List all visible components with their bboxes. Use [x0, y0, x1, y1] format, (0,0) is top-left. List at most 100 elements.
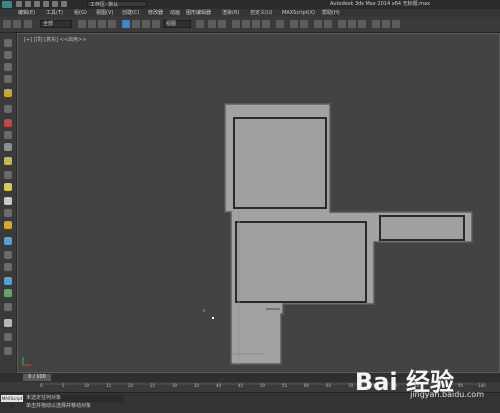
- reference-coordinate-select[interactable]: 视图: [163, 20, 191, 28]
- scale-icon[interactable]: [142, 20, 150, 28]
- layer-manager-icon[interactable]: [314, 20, 322, 28]
- menu-item-animation[interactable]: 动画: [170, 9, 180, 17]
- workspace-select[interactable]: 工作区: 默认: [87, 1, 147, 8]
- top-viewport[interactable]: [+] [顶] [真实] <<启用>>: [17, 33, 500, 373]
- redo-button[interactable]: [13, 20, 21, 28]
- helpers-icon[interactable]: [4, 289, 12, 297]
- sphere-primitive-icon[interactable]: [4, 131, 12, 139]
- cylinder-primitive-icon[interactable]: [4, 143, 12, 151]
- status-prompt-text: 单击并拖动以选择并移动对象: [26, 403, 92, 409]
- rotate-icon[interactable]: [132, 20, 140, 28]
- hierarchy-panel-icon[interactable]: [4, 63, 12, 71]
- ruler-tick: 0: [40, 383, 43, 388]
- utilities-panel-icon[interactable]: [4, 105, 12, 113]
- plane-primitive-icon[interactable]: [4, 221, 12, 229]
- menu-item-tools[interactable]: 工具(T): [46, 9, 63, 17]
- open-file-icon[interactable]: [25, 1, 31, 7]
- create-panel-icon[interactable]: [4, 39, 12, 47]
- menu-item-edit[interactable]: 编辑(E): [18, 9, 35, 17]
- ruler-tick: 40: [216, 383, 222, 388]
- selection-filter-select[interactable]: 全部: [40, 20, 72, 28]
- percent-snap-icon[interactable]: [252, 20, 260, 28]
- menu-item-graph-editors[interactable]: 图形编辑器: [186, 9, 211, 17]
- save-file-icon[interactable]: [34, 1, 40, 7]
- new-file-icon[interactable]: [16, 1, 22, 7]
- ruler-tick: 60: [304, 383, 310, 388]
- ruler-tick: 25: [150, 383, 156, 388]
- menu-item-help[interactable]: 帮助(H): [322, 9, 340, 17]
- undo-icon[interactable]: [43, 1, 49, 7]
- select-by-name-icon[interactable]: [88, 20, 96, 28]
- menu-item-views[interactable]: 视图(V): [96, 9, 113, 17]
- mirror-icon[interactable]: [290, 20, 298, 28]
- named-selection-icon[interactable]: [276, 20, 284, 28]
- watermark-url: jingyan.baidu.com: [410, 390, 484, 399]
- app-logo-icon[interactable]: [2, 1, 12, 8]
- pivot-center-icon[interactable]: [196, 20, 204, 28]
- axis-tripod-icon: [22, 357, 31, 366]
- render-production-icon[interactable]: [392, 20, 400, 28]
- room-top: [233, 117, 327, 209]
- ruler-tick: 35: [194, 383, 200, 388]
- menu-item-maxscript[interactable]: MAXScript(X): [282, 9, 315, 17]
- pyramid-primitive-icon[interactable]: [4, 209, 12, 217]
- teapot-primitive-icon[interactable]: [4, 171, 12, 179]
- space-warps-icon[interactable]: [4, 303, 12, 311]
- ruler-tick: 65: [326, 383, 332, 388]
- material-editor-icon[interactable]: [358, 20, 366, 28]
- graphite-toolbar-icon[interactable]: [324, 20, 332, 28]
- geosphere-primitive-icon[interactable]: [4, 197, 12, 205]
- menu-item-group[interactable]: 组(G): [74, 9, 87, 17]
- menu-item-modifiers[interactable]: 修改器: [148, 9, 163, 17]
- baidu-watermark-logo: Bai 经验 jingyan.baidu.com: [355, 362, 484, 399]
- place-icon[interactable]: [152, 20, 160, 28]
- ruler-tick: 100: [478, 383, 486, 388]
- shapes-icon[interactable]: [4, 251, 12, 259]
- render-setup-icon[interactable]: [372, 20, 380, 28]
- menu-item-customize[interactable]: 自定义(U): [250, 9, 273, 17]
- cameras-icon[interactable]: [4, 277, 12, 285]
- pan-view-icon[interactable]: [4, 347, 12, 355]
- link-icon[interactable]: [24, 20, 32, 28]
- menu-item-rendering[interactable]: 渲染(R): [222, 9, 239, 17]
- window-crossing-icon[interactable]: [108, 20, 116, 28]
- display-panel-icon[interactable]: [4, 89, 12, 97]
- angle-snap-icon[interactable]: [242, 20, 250, 28]
- select-object-icon[interactable]: [78, 20, 86, 28]
- pivot-marker: [212, 317, 214, 319]
- ruler-tick: 95: [458, 383, 464, 388]
- modify-panel-icon[interactable]: [4, 51, 12, 59]
- tube-primitive-icon[interactable]: [4, 237, 12, 245]
- align-icon[interactable]: [300, 20, 308, 28]
- spinner-snap-icon[interactable]: [262, 20, 270, 28]
- cone-primitive-icon[interactable]: [4, 183, 12, 191]
- floor-plan-model[interactable]: [18, 34, 499, 372]
- ruler-tick: 15: [106, 383, 112, 388]
- select-manipulate-icon[interactable]: [208, 20, 216, 28]
- menu-item-create[interactable]: 创建(C): [122, 9, 139, 17]
- rendered-frame-window-icon[interactable]: [382, 20, 390, 28]
- motion-panel-icon[interactable]: [4, 75, 12, 83]
- ruler-tick: 45: [238, 383, 244, 388]
- zoom-extents-icon[interactable]: [4, 333, 12, 341]
- ruler-tick: 5: [62, 383, 65, 388]
- ruler-tick: 50: [260, 383, 266, 388]
- rectangular-selection-icon[interactable]: [98, 20, 106, 28]
- ruler-tick: 55: [282, 383, 288, 388]
- systems-icon[interactable]: [4, 319, 12, 327]
- time-slider[interactable]: 0 / 100: [23, 374, 51, 381]
- project-folder-icon[interactable]: [61, 1, 67, 7]
- keyboard-shortcut-icon[interactable]: [218, 20, 226, 28]
- maxscript-listener-tab[interactable]: MAXScript 迷: [1, 395, 23, 408]
- left-command-strip: [0, 33, 17, 373]
- schematic-view-icon[interactable]: [348, 20, 356, 28]
- redo-icon[interactable]: [52, 1, 58, 7]
- curve-editor-icon[interactable]: [338, 20, 346, 28]
- lights-icon[interactable]: [4, 263, 12, 271]
- move-icon[interactable]: [122, 20, 130, 28]
- main-toolbar: 全部 视图: [0, 17, 500, 33]
- undo-button[interactable]: [3, 20, 11, 28]
- torus-primitive-icon[interactable]: [4, 157, 12, 165]
- box-primitive-icon[interactable]: [4, 119, 12, 127]
- snap-toggle-icon[interactable]: [232, 20, 240, 28]
